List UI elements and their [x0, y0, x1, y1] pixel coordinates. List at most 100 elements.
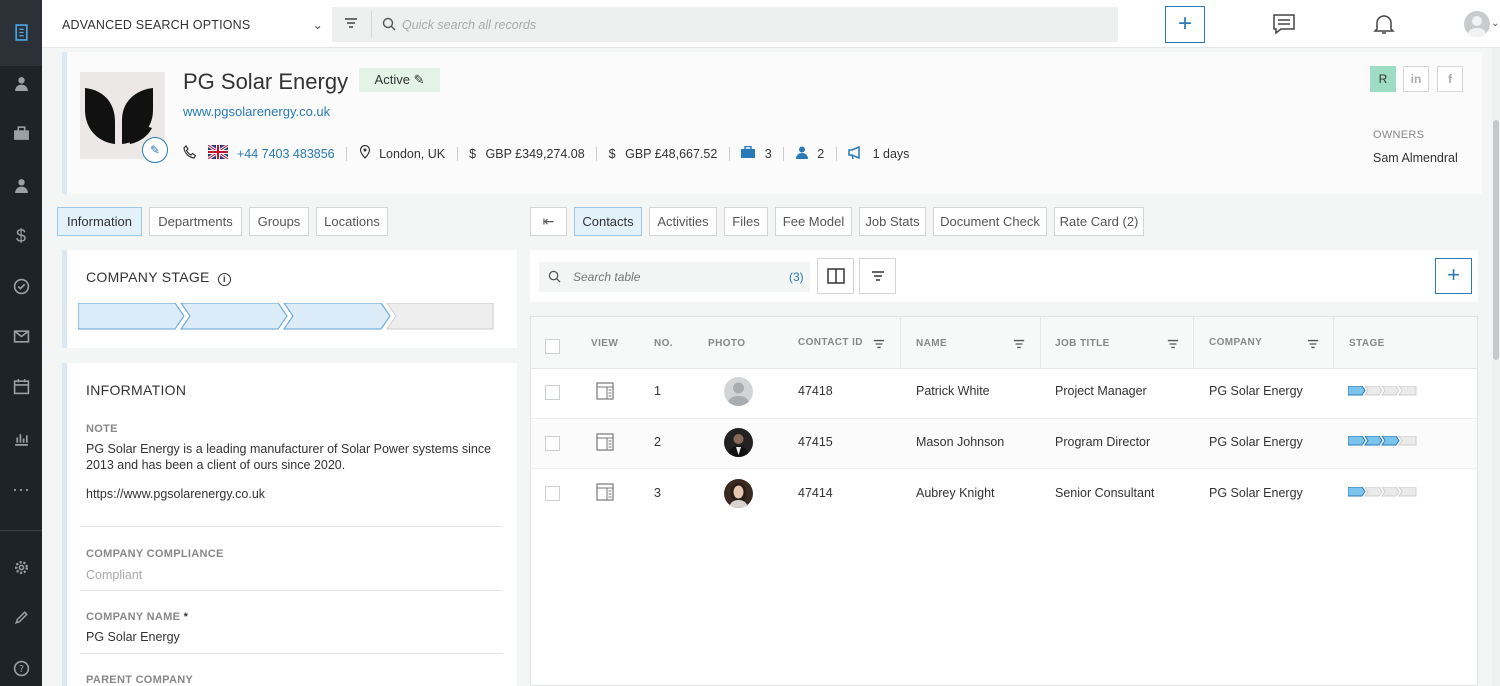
linkedin-icon[interactable]: in: [1403, 66, 1429, 92]
stage-step-pending[interactable]: [1364, 386, 1383, 396]
add-new-button[interactable]: +: [1165, 6, 1205, 43]
dollar-icon[interactable]: $: [0, 226, 42, 246]
avatar-chevron-icon[interactable]: ⌄: [1491, 18, 1499, 29]
col-no: NO.: [654, 338, 673, 349]
collapse-left-icon[interactable]: ⇤: [530, 207, 567, 236]
stage-step-complete[interactable]: [1364, 436, 1383, 446]
tab-files[interactable]: Files: [724, 207, 768, 236]
user-avatar[interactable]: [1464, 11, 1490, 37]
row-stage-bar[interactable]: [1348, 487, 1420, 497]
candidates-icon[interactable]: [0, 177, 42, 200]
pencil-icon[interactable]: [0, 609, 42, 632]
facebook-icon[interactable]: f: [1437, 66, 1463, 92]
view-record-icon[interactable]: [596, 483, 614, 504]
contact-name[interactable]: Aubrey Knight: [916, 486, 995, 500]
note-link[interactable]: https://www.pgsolarenergy.co.uk: [86, 487, 265, 501]
phone-number[interactable]: +44 7403 483856: [237, 147, 335, 161]
stage-step-pending[interactable]: [386, 303, 494, 330]
view-record-icon[interactable]: [596, 433, 614, 454]
tab-rate-card[interactable]: Rate Card (2): [1054, 207, 1144, 236]
tab-departments[interactable]: Departments: [149, 207, 242, 236]
company-stage-bar[interactable]: [78, 303, 503, 331]
company-name[interactable]: PG Solar Energy: [1209, 435, 1303, 449]
jobs-icon[interactable]: [0, 125, 42, 148]
select-all-checkbox[interactable]: [545, 339, 560, 354]
tab-fee-model[interactable]: Fee Model: [775, 207, 852, 236]
tab-information[interactable]: Information: [57, 207, 142, 236]
col-contact-id[interactable]: CONTACT ID: [798, 337, 863, 348]
row-stage-bar[interactable]: [1348, 386, 1420, 396]
table-row[interactable]: [531, 369, 1477, 419]
calendar-icon[interactable]: [0, 378, 42, 401]
columns-button[interactable]: [817, 258, 854, 294]
row-stage-bar[interactable]: [1348, 436, 1420, 446]
view-record-icon[interactable]: [596, 382, 614, 403]
stage-step-complete[interactable]: [78, 303, 185, 330]
table-filter-button[interactable]: [859, 258, 896, 294]
check-circle-icon[interactable]: [0, 278, 42, 301]
contact-name[interactable]: Patrick White: [916, 384, 990, 398]
row-checkbox[interactable]: [545, 436, 560, 451]
sidebar-divider: [0, 530, 42, 531]
contacts-icon[interactable]: [0, 75, 42, 98]
help-icon[interactable]: ?: [0, 660, 42, 683]
company-website-link[interactable]: www.pgsolarenergy.co.uk: [183, 104, 330, 119]
stage-step-pending[interactable]: [1398, 386, 1417, 396]
col-company[interactable]: COMPANY: [1209, 337, 1262, 348]
contact-id: 47414: [798, 486, 833, 500]
column-filter-icon[interactable]: [1013, 338, 1025, 353]
settings-icon[interactable]: [0, 559, 42, 582]
info-icon[interactable]: i: [217, 273, 231, 286]
stage-step-complete[interactable]: [283, 303, 391, 330]
stage-step-pending[interactable]: [1381, 386, 1400, 396]
stage-step-pending[interactable]: [1364, 487, 1383, 497]
row-checkbox[interactable]: [545, 385, 560, 400]
scrollbar-thumb[interactable]: [1493, 120, 1499, 360]
edit-logo-icon[interactable]: ✎: [142, 137, 168, 163]
stage-step-pending[interactable]: [1398, 436, 1417, 446]
status-badge[interactable]: Active ✎: [359, 68, 440, 92]
stage-step-complete[interactable]: [180, 303, 288, 330]
company-name-label-text: COMPANY NAME: [86, 611, 181, 623]
dollar-icon: $: [469, 146, 477, 161]
filter-icon[interactable]: [344, 16, 358, 33]
company-name[interactable]: PG Solar Energy: [1209, 486, 1303, 500]
company-name-value[interactable]: PG Solar Energy: [86, 630, 180, 644]
tab-document-check[interactable]: Document Check: [933, 207, 1047, 236]
social-r-button[interactable]: R: [1370, 66, 1396, 92]
more-icon[interactable]: ···: [0, 479, 42, 499]
dollar-icon: $: [608, 146, 616, 161]
column-filter-icon[interactable]: [873, 338, 885, 353]
stage-step-complete[interactable]: [1381, 436, 1400, 446]
quick-search-input[interactable]: [402, 7, 1002, 42]
stage-step-pending[interactable]: [1381, 487, 1400, 497]
column-filter-icon[interactable]: [1307, 338, 1319, 353]
days-since: 1 days: [872, 146, 910, 161]
contact-name[interactable]: Mason Johnson: [916, 435, 1004, 449]
table-search-input[interactable]: [573, 262, 773, 292]
companies-icon[interactable]: [0, 24, 42, 47]
mail-icon[interactable]: [0, 328, 42, 351]
row-checkbox[interactable]: [545, 486, 560, 501]
tab-contacts[interactable]: Contacts: [574, 207, 642, 236]
table-row[interactable]: [531, 469, 1477, 519]
stage-step-complete[interactable]: [1348, 436, 1366, 446]
add-contact-button[interactable]: +: [1435, 258, 1472, 294]
tab-activities[interactable]: Activities: [649, 207, 717, 236]
messages-icon[interactable]: [1272, 12, 1296, 39]
advanced-search-options[interactable]: ADVANCED SEARCH OPTIONS ⌄: [62, 17, 323, 32]
tab-locations[interactable]: Locations: [316, 207, 388, 236]
owners-label: OWNERS: [1373, 129, 1425, 141]
stage-step-pending[interactable]: [1398, 487, 1417, 497]
compliance-value[interactable]: Compliant: [86, 568, 142, 582]
col-job-title[interactable]: JOB TITLE: [1055, 338, 1110, 349]
tab-groups[interactable]: Groups: [249, 207, 309, 236]
company-name[interactable]: PG Solar Energy: [1209, 384, 1303, 398]
stage-step-complete[interactable]: [1348, 386, 1366, 396]
stage-step-complete[interactable]: [1348, 487, 1366, 497]
bell-icon[interactable]: [1372, 12, 1396, 39]
tab-job-stats[interactable]: Job Stats: [859, 207, 926, 236]
reports-icon[interactable]: [0, 430, 42, 453]
col-name[interactable]: NAME: [916, 338, 947, 349]
column-filter-icon[interactable]: [1167, 338, 1179, 353]
